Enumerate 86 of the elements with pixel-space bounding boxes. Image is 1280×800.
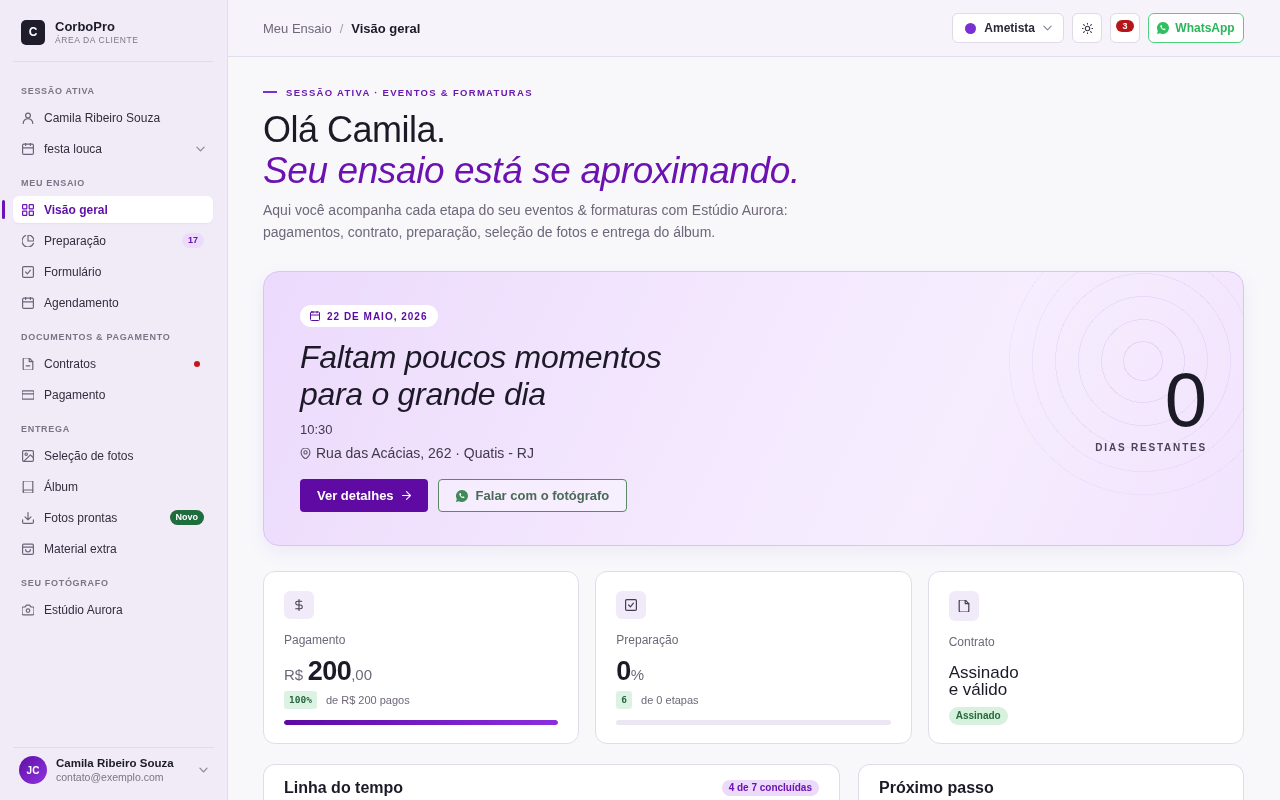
notification-badge: 3 bbox=[1116, 20, 1134, 32]
nav-item[interactable]: Agendamento bbox=[13, 287, 213, 318]
value-pill: 6 bbox=[616, 691, 633, 710]
nav-item[interactable]: Contratos bbox=[13, 348, 213, 379]
section-title: DOCUMENTOS & PAGAMENTO bbox=[21, 331, 171, 344]
theme-toggle-button[interactable] bbox=[1072, 13, 1102, 43]
user-email: contato@exemplo.com bbox=[56, 771, 164, 783]
nav-item[interactable]: Visão geral bbox=[13, 196, 213, 223]
status-value: Assinado e válido bbox=[948, 664, 1020, 698]
dollar-tile-icon bbox=[284, 591, 314, 620]
checkbox-tile-icon bbox=[616, 591, 647, 620]
theme-select[interactable]: Ametista bbox=[952, 13, 1064, 43]
chevron-down-icon bbox=[196, 145, 205, 152]
percent-value: 0% bbox=[616, 656, 645, 687]
arrow-right-icon bbox=[401, 491, 411, 500]
user-icon bbox=[22, 111, 34, 124]
stat-label: Contrato bbox=[948, 635, 995, 649]
nav-item[interactable]: Álbum bbox=[13, 471, 213, 502]
phone-bubble-icon bbox=[1157, 22, 1170, 34]
credit-card-icon bbox=[22, 388, 34, 401]
checkbox-icon bbox=[22, 265, 34, 278]
section-title: SEU FOTÓGRAFO bbox=[21, 576, 109, 590]
calendar-icon bbox=[310, 311, 320, 321]
sun-icon bbox=[1081, 22, 1093, 34]
date-pill: 22 DE MAIO, 2026 bbox=[300, 305, 439, 327]
download-icon bbox=[22, 511, 34, 524]
progress-badge: 4 de 7 concluídas bbox=[721, 780, 819, 796]
event-select[interactable]: festa louca bbox=[14, 133, 213, 164]
contact-button[interactable]: Falar com o fotógrafo bbox=[437, 479, 628, 512]
status-badge: Assinado bbox=[948, 707, 1008, 725]
calendar-icon bbox=[22, 142, 34, 155]
document-tile-icon bbox=[948, 591, 979, 621]
user-name: Camila Ribeiro Souza bbox=[56, 757, 174, 769]
nav-item[interactable]: Material extra bbox=[13, 533, 213, 564]
panel-title: Linha do tempo bbox=[284, 779, 404, 797]
grid-icon bbox=[22, 203, 34, 216]
stat-label: Preparação bbox=[616, 633, 679, 648]
greeting-heading: Olá Camila. bbox=[263, 110, 446, 150]
count-badge: 17 bbox=[182, 233, 204, 248]
nav-item[interactable]: Preparação 17 bbox=[13, 225, 213, 256]
event-time: 10:30 bbox=[300, 421, 333, 439]
progress-note: de R$ 200 pagos bbox=[325, 694, 410, 707]
breadcrumb-link[interactable]: Meu Ensaio bbox=[263, 20, 332, 36]
nav-item[interactable]: Fotos prontas Novo bbox=[13, 502, 213, 533]
breadcrumb-separator: / bbox=[339, 20, 344, 36]
progress-note: de 0 etapas bbox=[641, 694, 699, 707]
section-title: ENTREGA bbox=[21, 423, 70, 436]
calendar-icon bbox=[22, 296, 34, 309]
section-title: MEU ENSAIO bbox=[21, 177, 85, 190]
eyebrow-text: SESSÃO ATIVA · EVENTOS & FORMATURAS bbox=[286, 86, 533, 98]
phone-bubble-icon bbox=[455, 489, 468, 502]
event-title: Faltam poucos momentos para o grande dia bbox=[300, 339, 663, 413]
panel-title: Próximo passo bbox=[879, 779, 994, 797]
book-icon bbox=[22, 480, 34, 493]
description: Aqui você acompanha cada etapa do seu eventos & formaturas com Estúdio Aurora: pagamentos, contrato, preparação, seleção de fotos e entrega do álbum. bbox=[263, 201, 789, 242]
section-title: SESSÃO ATIVA bbox=[21, 85, 95, 98]
notifications-button[interactable]: 3 bbox=[1110, 13, 1140, 43]
brand-tagline: ÁREA DA CLIENTE bbox=[55, 35, 139, 45]
document-icon bbox=[22, 357, 34, 370]
client-name: Camila Ribeiro Souza bbox=[44, 110, 161, 125]
details-button[interactable]: Ver detalhes bbox=[300, 479, 428, 512]
headline: Seu ensaio está se aproximando. bbox=[263, 150, 800, 192]
nav-item[interactable]: Seleção de fotos bbox=[13, 440, 213, 471]
camera-icon bbox=[22, 603, 34, 616]
swatch-icon bbox=[965, 22, 977, 34]
brand-name: CorboPro bbox=[55, 19, 115, 34]
countdown-label: DIAS RESTANTES bbox=[1095, 442, 1207, 453]
chevron-down-icon bbox=[199, 767, 208, 773]
avatar: JC bbox=[19, 756, 47, 784]
logo: C bbox=[21, 19, 45, 45]
breadcrumb-current: Visão geral bbox=[351, 20, 421, 36]
amount-value: R$ 200,00 bbox=[284, 656, 373, 687]
account-button[interactable]: JC Camila Ribeiro Souza contato@exemplo.com bbox=[13, 756, 214, 784]
chevron-down-icon bbox=[1043, 25, 1052, 31]
event-location: Rua das Acácias, 262 · Quatis - RJ bbox=[316, 444, 534, 462]
bag-icon bbox=[22, 542, 34, 555]
map-pin-icon bbox=[300, 447, 311, 459]
nav-item[interactable]: Estúdio Aurora bbox=[13, 594, 213, 625]
value-pill: 100% bbox=[284, 691, 317, 710]
new-badge: Novo bbox=[169, 510, 204, 525]
nav-item[interactable]: Formulário bbox=[13, 256, 213, 287]
nav-item[interactable]: Pagamento bbox=[13, 379, 213, 410]
countdown-value: 0 bbox=[1164, 364, 1207, 436]
image-icon bbox=[22, 449, 34, 462]
stat-label: Pagamento bbox=[284, 633, 346, 648]
pie-chart-icon bbox=[22, 234, 34, 247]
